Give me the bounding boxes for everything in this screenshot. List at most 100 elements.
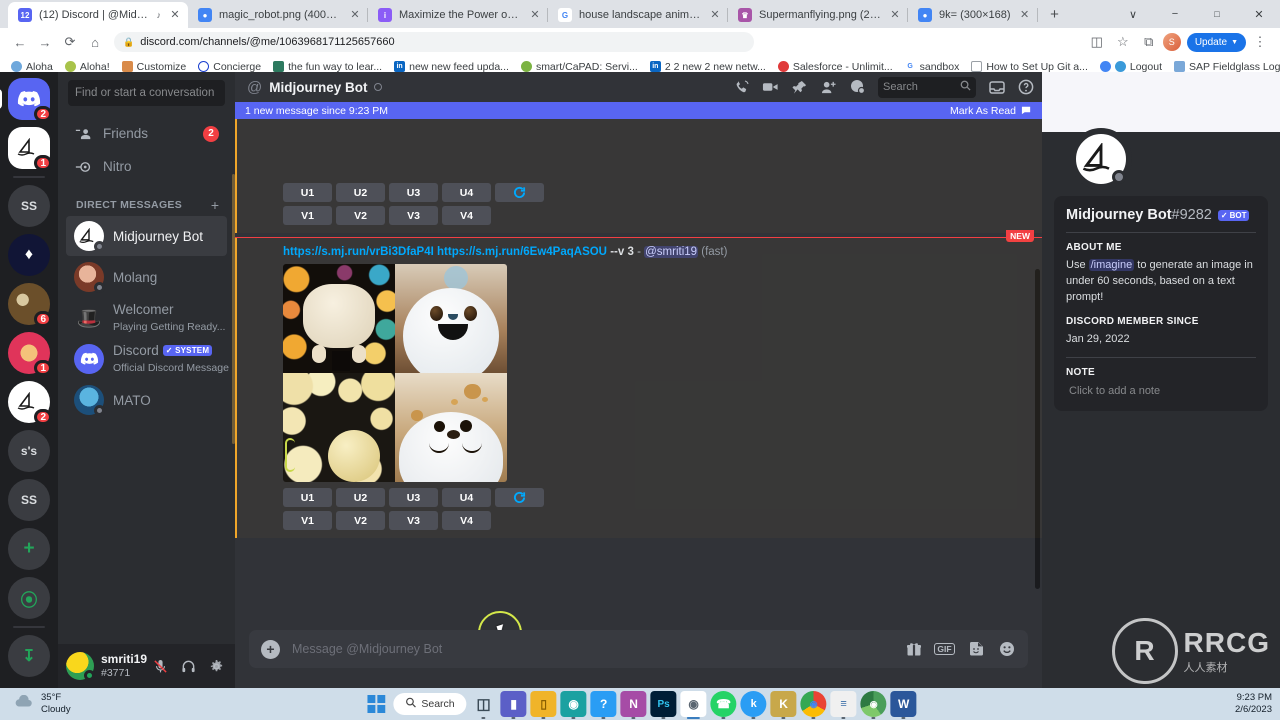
mark-as-read-button[interactable]: Mark As Read bbox=[950, 104, 1032, 118]
update-button[interactable]: Update ▼ bbox=[1186, 32, 1246, 52]
sidebar-item-red-server[interactable]: 1 bbox=[8, 332, 52, 376]
file-explorer-app-icon[interactable]: ▯ bbox=[530, 691, 557, 719]
start-video-call-icon[interactable] bbox=[762, 79, 779, 96]
bookmark-star-icon[interactable]: ☆ bbox=[1111, 30, 1135, 54]
prompt-link-1[interactable]: https://s.mj.run/vrBi3DfaP4I bbox=[283, 246, 434, 258]
v2-button[interactable]: V2 bbox=[336, 206, 385, 225]
close-icon[interactable]: ✕ bbox=[888, 8, 902, 22]
browser-tab[interactable]: ♛ Supermanflying.png (250×375) ✕ bbox=[728, 2, 908, 28]
browser-tab[interactable]: G house landscape animation - Go ✕ bbox=[548, 2, 728, 28]
start-icon[interactable] bbox=[363, 691, 389, 717]
dm-item-mato[interactable]: MATO bbox=[66, 380, 227, 420]
clock[interactable]: 9:23 PM 2/6/2023 bbox=[1235, 692, 1272, 716]
sidebar-item-flame[interactable]: ♦ bbox=[8, 234, 50, 276]
chrome-app-icon[interactable]: ◉ bbox=[800, 691, 827, 719]
download-apps-button[interactable]: ↧ bbox=[8, 635, 50, 677]
pinned-messages-icon[interactable] bbox=[791, 79, 808, 96]
sidebar-item-home[interactable]: 2 bbox=[0, 78, 52, 122]
sidebar-item-nitro[interactable]: Nitro bbox=[66, 151, 227, 182]
sidebar-item-wall-e[interactable]: 6 bbox=[8, 283, 52, 327]
chrome-canary-app-icon[interactable]: ◉ bbox=[860, 691, 887, 719]
photoshop-app-icon[interactable]: Ps bbox=[650, 691, 677, 719]
sidebar-item-midjourney-2[interactable]: 2 bbox=[8, 381, 52, 425]
outlook-app-icon[interactable]: ◉ bbox=[560, 691, 587, 719]
gear-icon[interactable] bbox=[206, 656, 227, 677]
extensions-icon[interactable]: ⧉ bbox=[1137, 30, 1161, 54]
u1-button[interactable]: U1 bbox=[283, 488, 332, 508]
browser-menu-icon[interactable]: ⋮ bbox=[1248, 30, 1272, 54]
u3-button[interactable]: U3 bbox=[389, 488, 438, 508]
v3-button[interactable]: V3 bbox=[389, 206, 438, 225]
mic-muted-icon[interactable] bbox=[150, 656, 171, 677]
v1-button[interactable]: V1 bbox=[283, 206, 332, 225]
add-server-button[interactable]: + bbox=[8, 528, 50, 570]
white-blob-smile-image[interactable] bbox=[395, 264, 507, 374]
close-icon[interactable]: ✕ bbox=[348, 8, 362, 22]
minimize-button[interactable]: − bbox=[1154, 0, 1196, 28]
u2-button[interactable]: U2 bbox=[336, 183, 385, 202]
add-friends-to-dm-icon[interactable] bbox=[820, 79, 837, 96]
browser-tab[interactable]: ● magic_robot.png (400×400) ✕ bbox=[188, 2, 368, 28]
teams-app-icon[interactable]: ▮ bbox=[500, 691, 527, 719]
white-blob-happy-image[interactable] bbox=[395, 373, 507, 483]
avatar[interactable] bbox=[66, 652, 95, 681]
explore-servers-button[interactable]: ⦿ bbox=[8, 577, 50, 619]
browser-tab[interactable]: 12 (12) Discord | @Midjourney ♪ ✕ bbox=[8, 2, 188, 28]
show-user-profile-icon[interactable] bbox=[849, 79, 866, 96]
white-blob-back-image[interactable] bbox=[283, 264, 395, 374]
sidebar-item-ss-1[interactable]: SS bbox=[8, 185, 50, 227]
taskbar-search[interactable]: Search bbox=[393, 693, 467, 715]
krita-app-icon[interactable]: K bbox=[770, 691, 797, 719]
user-mention[interactable]: @smriti19 bbox=[644, 246, 699, 258]
profile-avatar-icon[interactable]: S bbox=[1162, 33, 1181, 51]
help-app-icon[interactable]: ? bbox=[590, 691, 617, 719]
whatsapp-app-icon[interactable]: ☎ bbox=[710, 691, 737, 719]
home-icon[interactable]: ⌂ bbox=[83, 30, 107, 54]
sidebar-item-midjourney-1[interactable]: 1 bbox=[8, 127, 52, 171]
emoji-icon[interactable] bbox=[997, 640, 1016, 659]
reroll-button[interactable] bbox=[495, 488, 544, 508]
create-dm-button[interactable]: + bbox=[211, 198, 219, 212]
v1-button[interactable]: V1 bbox=[283, 511, 332, 531]
address-bar[interactable]: 🔒 discord.com/channels/@me/1063968171125… bbox=[114, 32, 754, 52]
v3-button[interactable]: V3 bbox=[389, 511, 438, 531]
unread-messages-bar[interactable]: 1 new message since 9:23 PM Mark As Read bbox=[235, 102, 1042, 119]
tab-audio-icon[interactable]: ♪ bbox=[157, 10, 162, 20]
reroll-button[interactable] bbox=[495, 183, 544, 202]
weather-widget[interactable]: 35°F Cloudy bbox=[0, 688, 81, 720]
u3-button[interactable]: U3 bbox=[389, 183, 438, 202]
u4-button[interactable]: U4 bbox=[442, 183, 491, 202]
start-voice-call-icon[interactable] bbox=[733, 79, 750, 96]
back-icon[interactable]: ← bbox=[8, 30, 32, 54]
v4-button[interactable]: V4 bbox=[442, 206, 491, 225]
attach-file-button[interactable]: + bbox=[261, 639, 280, 659]
browser-tab[interactable]: ● 9k= (300×168) ✕ bbox=[908, 2, 1038, 28]
message-input[interactable]: + Message @Midjourney Bot GIF bbox=[249, 630, 1028, 668]
close-icon[interactable]: ✕ bbox=[528, 8, 542, 22]
v2-button[interactable]: V2 bbox=[336, 511, 385, 531]
help-icon[interactable] bbox=[1017, 79, 1034, 96]
image-grid[interactable] bbox=[283, 119, 507, 177]
image-grid[interactable] bbox=[283, 264, 507, 483]
maximize-button[interactable]: □ bbox=[1196, 0, 1238, 28]
onenote-app-icon[interactable]: N bbox=[620, 691, 647, 719]
find-conversation-input[interactable]: Find or start a conversation bbox=[68, 80, 225, 106]
dm-item-molang[interactable]: Molang bbox=[66, 257, 227, 297]
taskview-app-icon[interactable]: ◫ bbox=[471, 691, 497, 719]
headphones-icon[interactable] bbox=[178, 656, 199, 677]
sticker-icon[interactable] bbox=[966, 640, 985, 659]
close-window-button[interactable]: ✕ bbox=[1238, 0, 1280, 28]
v4-button[interactable]: V4 bbox=[442, 511, 491, 531]
new-tab-button[interactable]: + bbox=[1042, 1, 1068, 27]
sidebar-item-ss-2[interactable]: SS bbox=[8, 479, 50, 521]
kite-app-icon[interactable]: k bbox=[740, 691, 767, 719]
dm-item-discord[interactable]: Discord ✓ SYSTEM Official Discord Messag… bbox=[66, 339, 229, 379]
yellow-spheres-image[interactable] bbox=[283, 373, 395, 483]
sidebar-item-s-s[interactable]: s's bbox=[8, 430, 50, 472]
reload-icon[interactable]: ⟳ bbox=[58, 30, 82, 54]
forward-icon[interactable]: → bbox=[33, 30, 57, 54]
sidebar-item-friends[interactable]: Friends 2 bbox=[66, 118, 227, 149]
dm-item-welcomer[interactable]: 🎩 Welcomer Playing Getting Ready... bbox=[66, 298, 227, 338]
u4-button[interactable]: U4 bbox=[442, 488, 491, 508]
avatar[interactable] bbox=[1070, 128, 1132, 190]
